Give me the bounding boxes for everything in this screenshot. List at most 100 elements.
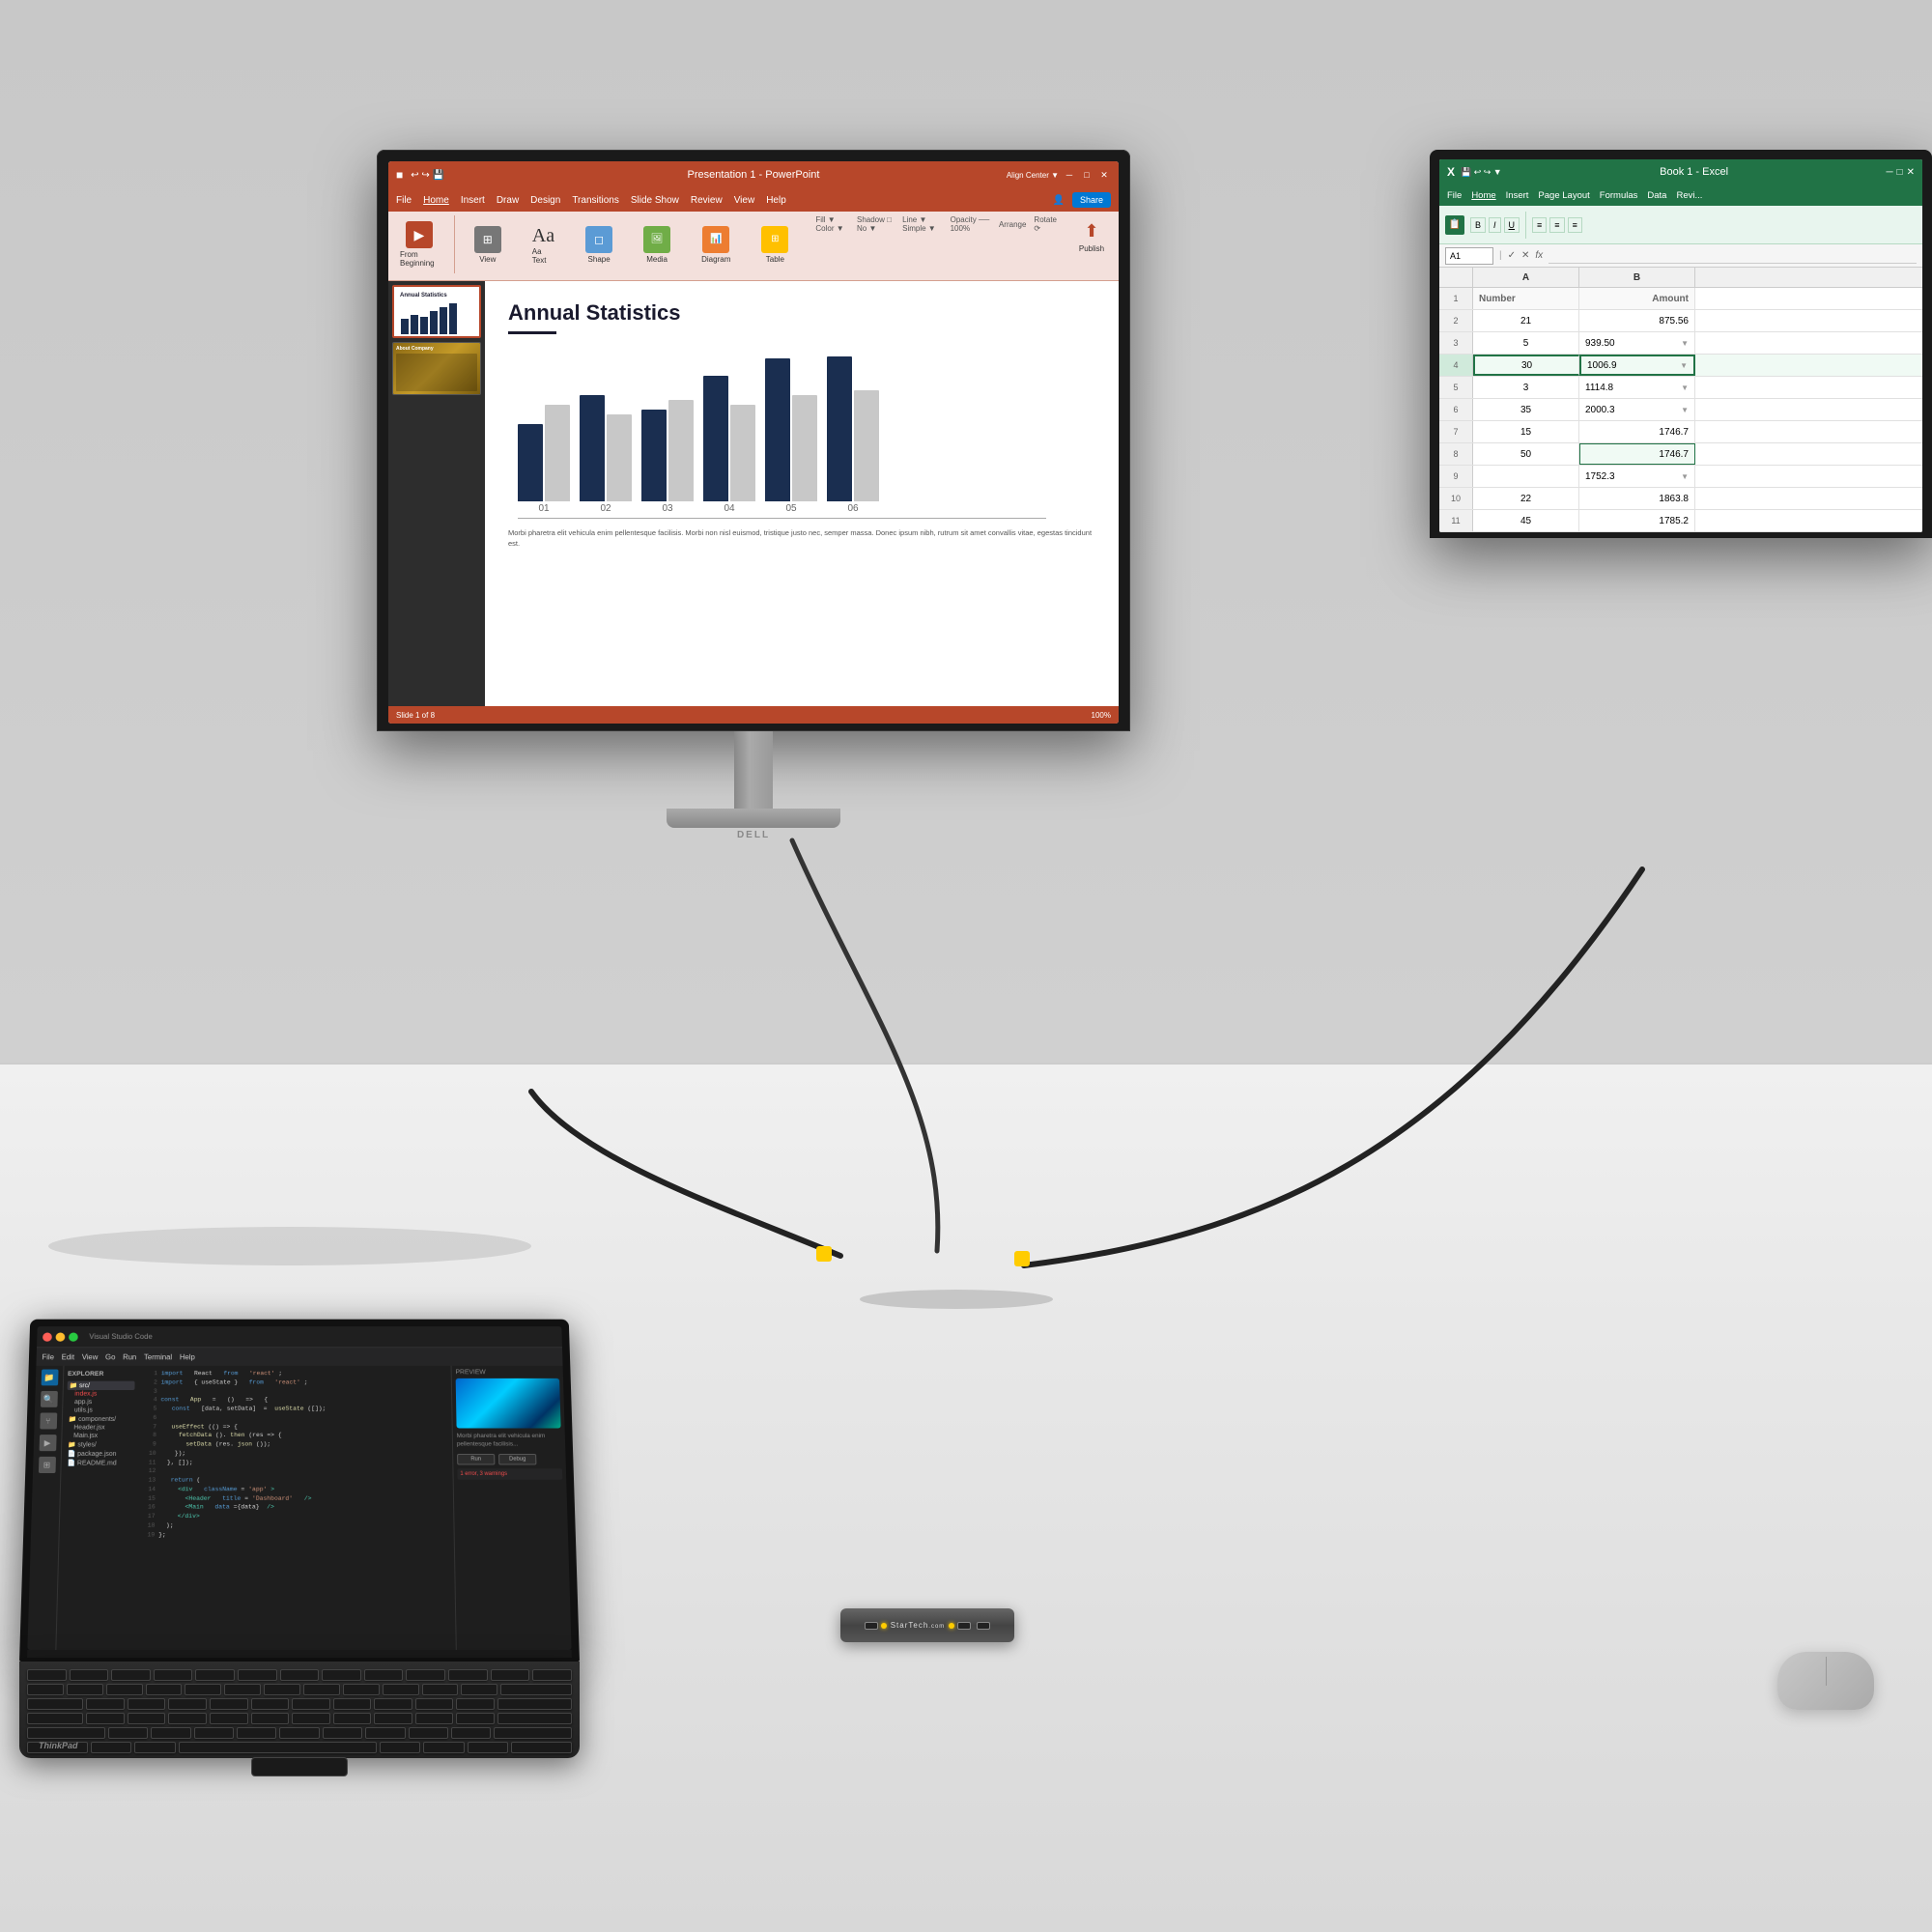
key-e[interactable]	[168, 1698, 207, 1710]
ide-menu-run[interactable]: Run	[123, 1352, 136, 1360]
col-header-b[interactable]: B	[1579, 268, 1695, 287]
ide-menu-file[interactable]: File	[42, 1352, 54, 1360]
menu-review[interactable]: Review	[691, 195, 723, 206]
key-r[interactable]	[210, 1698, 248, 1710]
minimize-button[interactable]: ─	[1063, 168, 1076, 182]
menu-home[interactable]: Home	[423, 195, 449, 206]
menu-help[interactable]: Help	[766, 195, 786, 206]
function-icon[interactable]: fx	[1535, 250, 1543, 261]
key-fn[interactable]	[91, 1742, 132, 1753]
excel-menu-file[interactable]: File	[1447, 190, 1462, 201]
ide-menu-terminal[interactable]: Terminal	[144, 1352, 172, 1360]
search-icon[interactable]: 🔍	[40, 1391, 57, 1407]
key-f2[interactable]	[111, 1669, 151, 1681]
key-alt-r[interactable]	[380, 1742, 421, 1753]
cell-b2[interactable]: 875.56	[1579, 310, 1695, 331]
key-4[interactable]	[185, 1684, 221, 1695]
git-icon[interactable]: ⑂	[40, 1412, 57, 1429]
menu-slideshow[interactable]: Slide Show	[631, 195, 679, 206]
key-y[interactable]	[292, 1698, 330, 1710]
key-shift-l[interactable]	[27, 1727, 105, 1739]
close-button[interactable]: ✕	[1097, 168, 1111, 182]
key-z[interactable]	[108, 1727, 148, 1739]
excel-paste-button[interactable]: 📋	[1445, 215, 1464, 235]
cell-a4[interactable]: 30	[1473, 355, 1579, 376]
table-button[interactable]: ⊞ Table	[757, 224, 792, 266]
key-d[interactable]	[168, 1713, 207, 1724]
key-period[interactable]	[451, 1727, 491, 1739]
cell-b4[interactable]: 1006.9 ▼	[1579, 355, 1695, 376]
key-u[interactable]	[333, 1698, 372, 1710]
file-tree-readme[interactable]: 📄 README.md	[65, 1459, 133, 1468]
cell-b9[interactable]: 1752.3 ▼	[1579, 466, 1695, 487]
extensions-icon[interactable]: ⊞	[38, 1457, 55, 1473]
key-ctrl-r[interactable]	[511, 1742, 572, 1753]
cell-a3[interactable]: 5	[1473, 332, 1579, 354]
explorer-icon[interactable]: 📁	[41, 1370, 58, 1386]
key-f10[interactable]	[448, 1669, 488, 1681]
key-f5[interactable]	[238, 1669, 277, 1681]
menu-draw[interactable]: Draw	[497, 195, 519, 206]
cell-a7[interactable]: 15	[1473, 421, 1579, 442]
slide-thumb-2[interactable]: About Company	[392, 342, 481, 395]
key-alt[interactable]	[134, 1742, 176, 1753]
key-8[interactable]	[343, 1684, 380, 1695]
menu-transitions[interactable]: Transitions	[572, 195, 619, 206]
view-button[interactable]: ⊞ View	[470, 224, 505, 266]
cell-b11[interactable]: 1785.2	[1579, 510, 1695, 531]
key-comma[interactable]	[409, 1727, 448, 1739]
key-6[interactable]	[264, 1684, 300, 1695]
excel-menu-insert[interactable]: Insert	[1506, 190, 1529, 201]
key-enter[interactable]	[497, 1698, 572, 1710]
key-a[interactable]	[86, 1713, 125, 1724]
cell-b10[interactable]: 1863.8	[1579, 488, 1695, 509]
key-g[interactable]	[251, 1713, 290, 1724]
key-f8[interactable]	[364, 1669, 404, 1681]
excel-minimize-button[interactable]: ─	[1886, 167, 1892, 178]
publish-label[interactable]: Publish	[1079, 244, 1104, 253]
key-j[interactable]	[333, 1713, 372, 1724]
key-0[interactable]	[422, 1684, 459, 1695]
cell-a10[interactable]: 22	[1473, 488, 1579, 509]
text-button[interactable]: Aa Aa Text	[528, 223, 558, 267]
bold-button[interactable]: B	[1470, 217, 1486, 233]
excel-name-box[interactable]: A1	[1445, 247, 1493, 265]
media-button[interactable]: 🖼 Media	[639, 224, 674, 266]
key-q[interactable]	[86, 1698, 125, 1710]
key-b[interactable]	[279, 1727, 319, 1739]
key-f12[interactable]	[532, 1669, 572, 1681]
key-9[interactable]	[383, 1684, 419, 1695]
key-l[interactable]	[415, 1713, 454, 1724]
excel-maximize-button[interactable]: □	[1897, 167, 1903, 178]
file-tree-utils[interactable]: utils.js	[67, 1406, 134, 1414]
key-i[interactable]	[374, 1698, 412, 1710]
excel-menu-review[interactable]: Revi...	[1676, 190, 1702, 201]
shadow-option[interactable]: Shadow □ No ▼	[857, 215, 895, 233]
file-tree-styles[interactable]: 📁 styles/	[66, 1440, 133, 1449]
ide-menu-help[interactable]: Help	[180, 1352, 195, 1360]
key-down[interactable]	[468, 1742, 509, 1753]
key-w[interactable]	[128, 1698, 166, 1710]
key-f9[interactable]	[406, 1669, 445, 1681]
debug-icon[interactable]: ▶	[39, 1435, 56, 1451]
key-f1[interactable]	[70, 1669, 109, 1681]
line-option[interactable]: Line ▼ Simple ▼	[902, 215, 942, 233]
key-1[interactable]	[67, 1684, 103, 1695]
menu-file[interactable]: File	[396, 195, 412, 206]
key-n[interactable]	[323, 1727, 362, 1739]
menu-insert[interactable]: Insert	[461, 195, 485, 206]
cell-a8[interactable]: 50	[1473, 443, 1579, 465]
cell-b7[interactable]: 1746.7	[1579, 421, 1695, 442]
file-tree-main[interactable]: Main.jsx	[66, 1432, 133, 1440]
cell-b8[interactable]: 1746.7	[1579, 443, 1695, 465]
ide-menu-go[interactable]: Go	[105, 1352, 115, 1360]
cell-b1[interactable]: Amount	[1579, 288, 1695, 309]
file-tree-index[interactable]: index.js	[67, 1390, 134, 1398]
key-c[interactable]	[194, 1727, 234, 1739]
italic-button[interactable]: I	[1489, 217, 1501, 233]
key-2[interactable]	[106, 1684, 143, 1695]
share-button[interactable]: Share	[1072, 192, 1111, 208]
cell-a2[interactable]: 21	[1473, 310, 1579, 331]
from-beginning-button[interactable]: ▶ From Beginning	[396, 219, 442, 270]
dropdown-arrow-3[interactable]: ▼	[1681, 339, 1689, 348]
